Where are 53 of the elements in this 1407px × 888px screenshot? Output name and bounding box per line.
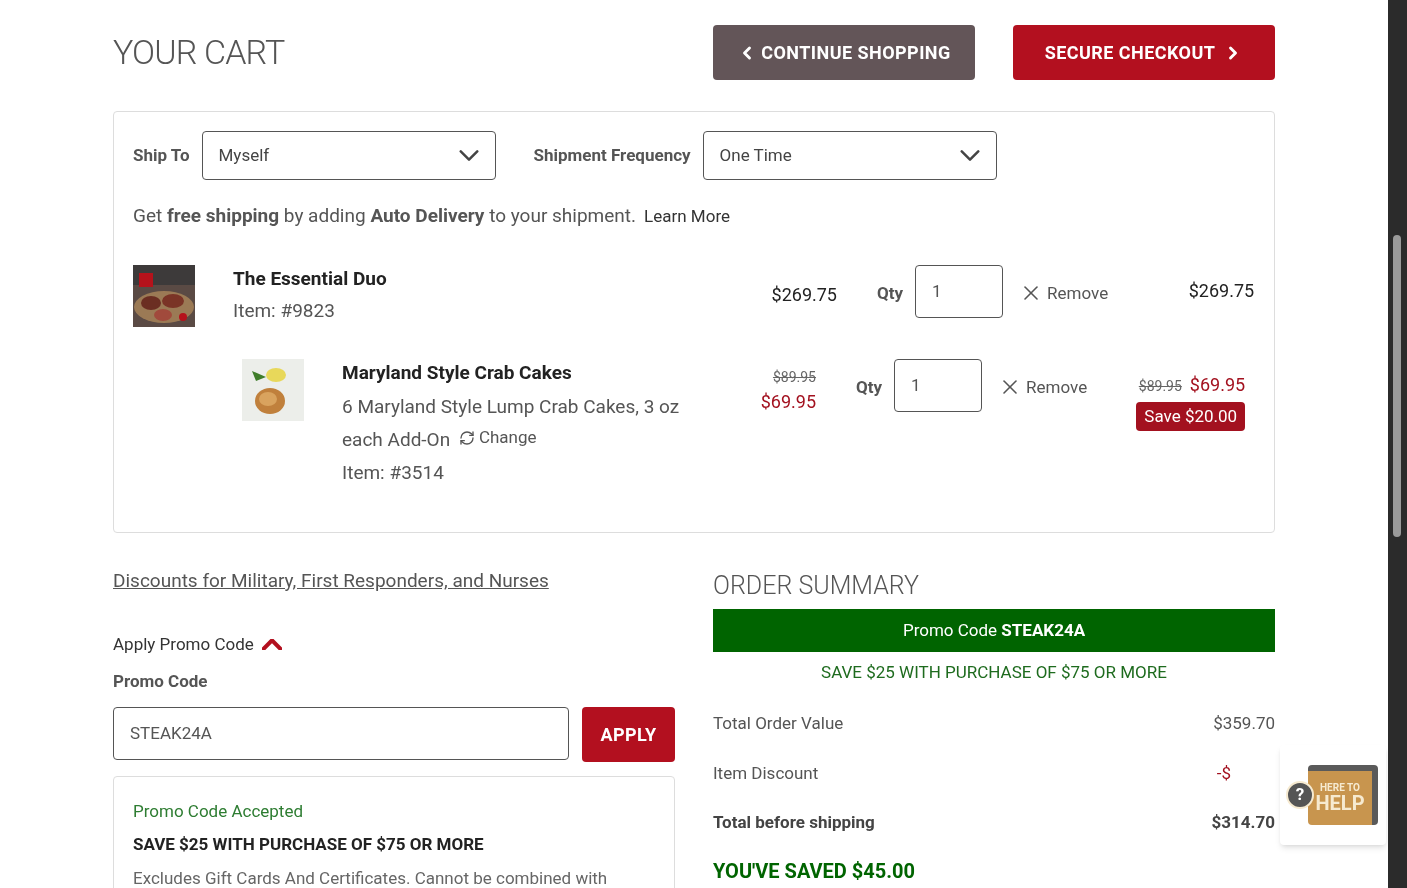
unit-price: $269.75 — [771, 282, 837, 307]
help-text: HERE TO — [1320, 783, 1360, 793]
item-number: Item: #3514 — [342, 459, 445, 486]
field-label: Ship To — [133, 143, 190, 167]
line-total: $69.95 — [1189, 372, 1246, 397]
quantity-field[interactable]: 1 — [915, 264, 1004, 318]
chevron-down-icon — [959, 150, 980, 161]
apply-button[interactable]: APPLY — [582, 706, 675, 762]
summary-value: -$ — [1216, 761, 1231, 785]
promo-banner: Promo Code STEAK24A — [713, 608, 1275, 652]
save-badge: Save $20.00 — [1136, 401, 1246, 431]
shipping-message: Get free shipping by adding Auto Delivery to your shipment. — [133, 203, 637, 229]
help-badge: ? — [1286, 781, 1314, 809]
promo-terms: Excludes Gift Cards And Certificates. Cannot be combined with — [133, 866, 609, 888]
field-label: Promo Code — [113, 670, 209, 693]
remove-button[interactable]: Remove — [998, 374, 1088, 400]
dropdown[interactable]: Myself — [201, 131, 496, 180]
page-title: YOUR CART — [113, 31, 286, 74]
summary-value: $314.70 — [1211, 811, 1275, 834]
dropdown[interactable]: One Time — [702, 131, 997, 180]
field-label: Shipment Frequency — [533, 143, 691, 167]
promo-code-field[interactable]: STEAK24A — [113, 706, 569, 760]
product-name: Maryland Style Crab Cakes — [342, 359, 573, 386]
promo-title: SAVE $25 WITH PURCHASE OF $75 OR MORE — [133, 833, 485, 856]
change-link[interactable]: Change — [458, 422, 537, 453]
summary-title: ORDER SUMMARY — [713, 570, 921, 602]
old-price: $89.95 — [1138, 376, 1182, 396]
remove-button[interactable]: Remove — [1019, 280, 1109, 306]
apply-promo-toggle[interactable]: Apply Promo Code — [113, 631, 282, 657]
summary-label: Total before shipping — [713, 811, 875, 834]
old-price: $89.95 — [772, 367, 816, 387]
product-name: The Essential Duo — [233, 265, 388, 292]
continue-shopping-button[interactable]: CONTINUE SHOPPING — [713, 25, 975, 80]
chevron-up-icon — [261, 638, 282, 650]
secure-checkout-button[interactable]: SECURE CHECKOUT — [1013, 25, 1275, 80]
savings-text: YOU'VE SAVED $45.00 — [713, 857, 916, 885]
unit-price: $69.95 — [760, 389, 816, 414]
qty-label: Qty — [856, 375, 883, 399]
promo-note: SAVE $25 WITH PURCHASE OF $75 OR MORE — [820, 660, 1168, 684]
product-description: 6 Maryland Style Lump Crab Cakes, 3 oz each Add-On Change — [342, 394, 681, 455]
summary-label: Total Order Value — [713, 712, 844, 735]
summary-label: Item Discount — [713, 761, 819, 785]
chevron-down-icon — [458, 150, 479, 161]
refresh-icon — [458, 429, 475, 446]
summary-value: $359.70 — [1213, 712, 1275, 735]
promo-status: Promo Code Accepted — [133, 799, 305, 823]
help-text: HELP — [1315, 793, 1365, 813]
discounts-link[interactable]: Discounts for Military, First Responders, and Nurses — [113, 569, 549, 592]
line-total: $269.75 — [1188, 278, 1255, 303]
item-number: Item: #9823 — [233, 298, 336, 324]
qty-label: Qty — [877, 281, 904, 305]
quantity-field[interactable]: 1 — [894, 358, 983, 412]
learn-more-link[interactable]: Learn More — [644, 204, 730, 230]
